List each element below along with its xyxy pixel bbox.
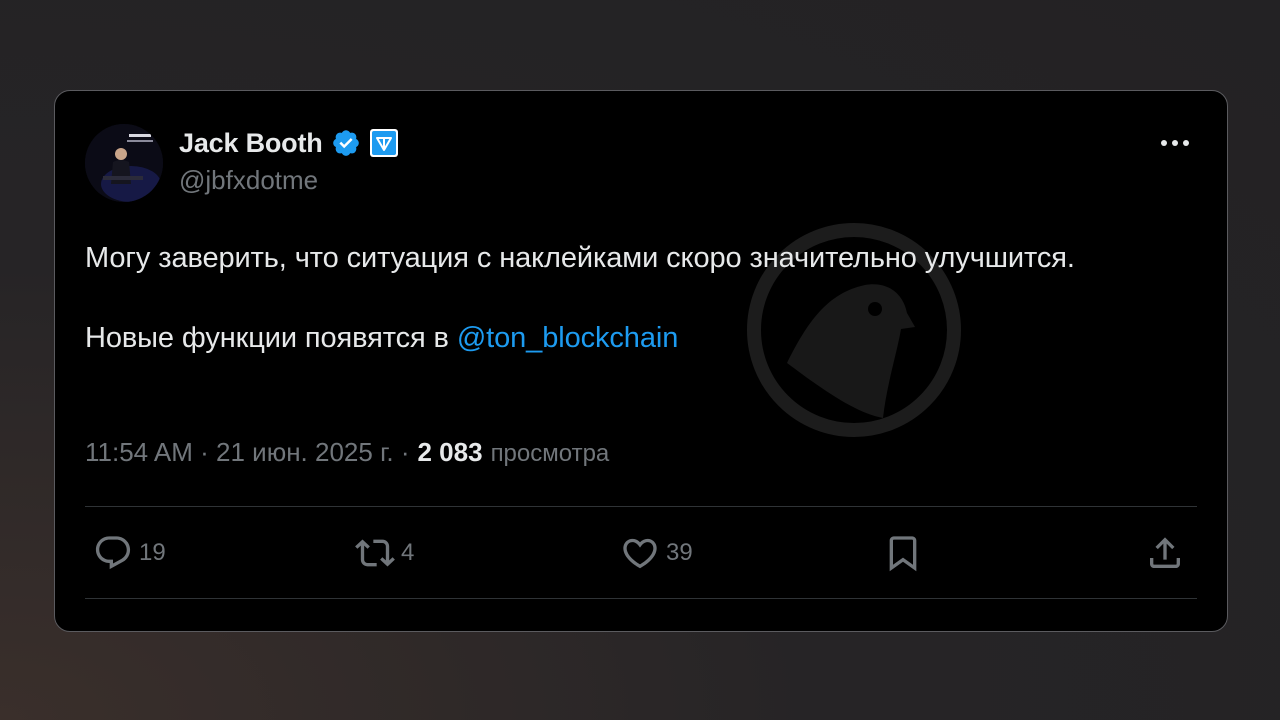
avatar-photo — [85, 124, 163, 202]
author-name-row: Jack Booth — [179, 125, 399, 161]
divider-bottom — [85, 598, 1197, 599]
like-button[interactable]: 39 — [620, 507, 693, 599]
share-button[interactable] — [1145, 507, 1185, 599]
mention-link[interactable]: @ton_blockchain — [457, 322, 679, 354]
tweet-meta: 11:54 AM · 21 июн. 2025 г. · 2 083 просм… — [85, 437, 609, 468]
tweet-timestamp[interactable]: 11:54 AM · 21 июн. 2025 г. · — [85, 437, 409, 468]
ton-affiliate-badge-icon[interactable] — [369, 128, 399, 158]
more-options-button[interactable] — [1157, 129, 1193, 157]
repost-count: 4 — [401, 539, 415, 566]
tweet-text-line2: Новые функции появятся в @ton_blockchain — [85, 318, 1145, 358]
tweet-text-line1: Могу заверить, что ситуация с наклейками… — [85, 242, 1075, 274]
reply-button[interactable]: 19 — [93, 507, 166, 599]
bookmark-icon — [889, 536, 917, 572]
reply-bubble-icon — [95, 536, 131, 570]
views-label: просмотра — [490, 440, 610, 467]
share-upload-icon — [1150, 537, 1180, 568]
heart-icon — [623, 538, 657, 569]
avatar[interactable] — [85, 124, 163, 202]
action-bar: 19 4 39 — [85, 507, 1197, 599]
bookmark-button[interactable] — [883, 507, 923, 599]
author-handle[interactable]: @jbfxdotme — [179, 165, 318, 196]
like-count: 39 — [666, 539, 693, 566]
tweet-text-line2-prefix: Новые функции появятся в — [85, 322, 457, 354]
author-name[interactable]: Jack Booth — [179, 128, 323, 159]
repost-arrows-icon — [355, 539, 395, 567]
repost-button[interactable]: 4 — [355, 507, 414, 599]
more-horizontal-icon — [1161, 140, 1189, 146]
verified-badge-icon[interactable] — [331, 128, 361, 158]
reply-count: 19 — [139, 539, 166, 566]
tweet-text: Могу заверить, что ситуация с наклейками… — [85, 238, 1145, 358]
tweet-card: Jack Booth @jbfxdotme Могу заверить, что… — [54, 90, 1228, 632]
views-count: 2 083 — [417, 437, 483, 467]
